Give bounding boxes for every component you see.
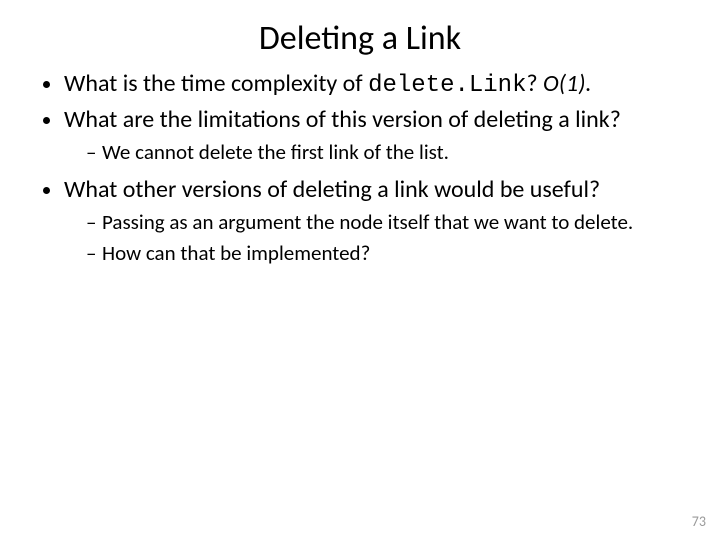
page-number: 73 — [692, 513, 706, 530]
sub-bullet-text: How can that be implemented? — [102, 240, 370, 266]
sub-bullet-list: We cannot delete the first link of the l… — [64, 139, 684, 165]
sub-bullet-list: Passing as an argument the node itself t… — [64, 209, 684, 266]
sub-bullet-item: We cannot delete the first link of the l… — [86, 139, 684, 165]
bullet-item: What are the limitations of this version… — [64, 105, 684, 165]
code-text: delete.Link — [368, 72, 526, 99]
italic-text: O(1). — [543, 69, 591, 98]
bullet-text: What other versions of deleting a link w… — [64, 175, 600, 204]
slide: Deleting a Link What is the time complex… — [0, 0, 720, 540]
sub-bullet-text: We cannot delete the first link of the l… — [102, 139, 449, 165]
slide-title: Deleting a Link — [0, 0, 720, 69]
bullet-item: What other versions of deleting a link w… — [64, 175, 684, 266]
sub-bullet-item: Passing as an argument the node itself t… — [86, 209, 684, 235]
bullet-text: What are the limitations of this version… — [64, 105, 621, 134]
sub-bullet-item: How can that be implemented? — [86, 240, 684, 266]
slide-content: What is the time complexity of delete.Li… — [0, 69, 720, 266]
sub-bullet-text: Passing as an argument the node itself t… — [102, 209, 633, 235]
bullet-text: What is the time complexity of — [64, 69, 368, 98]
bullet-list: What is the time complexity of delete.Li… — [36, 69, 684, 266]
bullet-item: What is the time complexity of delete.Li… — [64, 69, 684, 101]
bullet-text: ? — [527, 69, 544, 98]
